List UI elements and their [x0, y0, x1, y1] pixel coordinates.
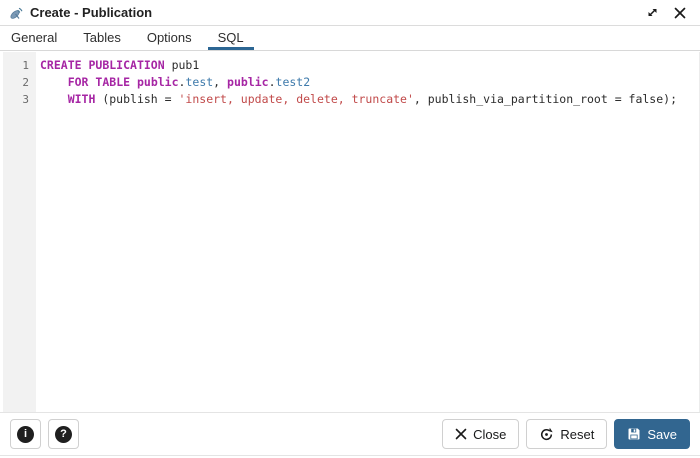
code-token-plain: pub1	[164, 58, 200, 72]
close-icon[interactable]	[670, 3, 690, 23]
save-button-label: Save	[647, 426, 677, 442]
sql-editor[interactable]: 1 2 3 CREATE PUBLICATION pub1 FOR TABLE pu…	[0, 52, 700, 412]
code-token-plain: .	[268, 75, 276, 89]
line-number-gutter: 1 2 3	[3, 52, 36, 412]
save-icon	[627, 427, 641, 441]
close-button-label: Close	[473, 426, 507, 442]
line-number: 1	[22, 59, 29, 72]
code-token-keyword: FOR	[67, 75, 89, 89]
save-button[interactable]: Save	[614, 419, 690, 449]
tab-bar: General Tables Options SQL	[0, 27, 700, 51]
reset-button[interactable]: Reset	[526, 419, 608, 449]
reset-icon	[539, 427, 554, 442]
code-line: CREATE PUBLICATION pub1	[40, 57, 699, 74]
help-icon: ?	[55, 425, 72, 443]
dialog-title: Create - Publication	[30, 5, 153, 20]
code-line: FOR TABLE public.test, public.test2	[40, 74, 699, 91]
tab-options[interactable]: Options	[137, 27, 202, 50]
line-number: 2	[22, 76, 29, 89]
code-token-plain: , publish_via_partition_root = false);	[413, 92, 678, 106]
reset-button-label: Reset	[560, 426, 595, 442]
code-token-name: test2	[275, 75, 311, 89]
close-button[interactable]: Close	[442, 419, 520, 449]
code-line: WITH (publish = 'insert, update, delete,…	[40, 91, 699, 108]
code-token-keyword: PUBLICATION	[88, 58, 165, 72]
line-number: 3	[22, 93, 29, 106]
sql-help-button[interactable]: i	[10, 419, 41, 449]
code-token-keyword: WITH	[67, 92, 96, 106]
footer-toolbar: i ? Close Reset Save	[0, 412, 700, 456]
code-token-keyword: public	[227, 75, 269, 89]
publication-icon	[8, 5, 24, 21]
dialog-help-button[interactable]: ?	[48, 419, 79, 449]
code-token-name: test	[185, 75, 214, 89]
info-icon: i	[17, 425, 34, 443]
tab-sql[interactable]: SQL	[207, 27, 254, 50]
code-token-plain: ,	[213, 75, 228, 89]
code-token-keyword: CREATE	[40, 58, 82, 72]
tab-general[interactable]: General	[1, 27, 67, 50]
sql-code-area[interactable]: CREATE PUBLICATION pub1 FOR TABLE public…	[36, 52, 699, 412]
titlebar: Create - Publication	[0, 0, 700, 26]
code-token-string: 'insert, update, delete, truncate'	[178, 92, 414, 106]
expand-icon[interactable]	[642, 3, 662, 23]
code-token-keyword: public	[136, 75, 179, 89]
close-x-icon	[455, 428, 467, 440]
create-publication-dialog: Create - Publication General Tables Option…	[0, 0, 700, 458]
tab-tables[interactable]: Tables	[73, 27, 131, 50]
code-token-keyword: TABLE	[95, 75, 131, 89]
code-token-plain: (publish =	[95, 92, 179, 106]
